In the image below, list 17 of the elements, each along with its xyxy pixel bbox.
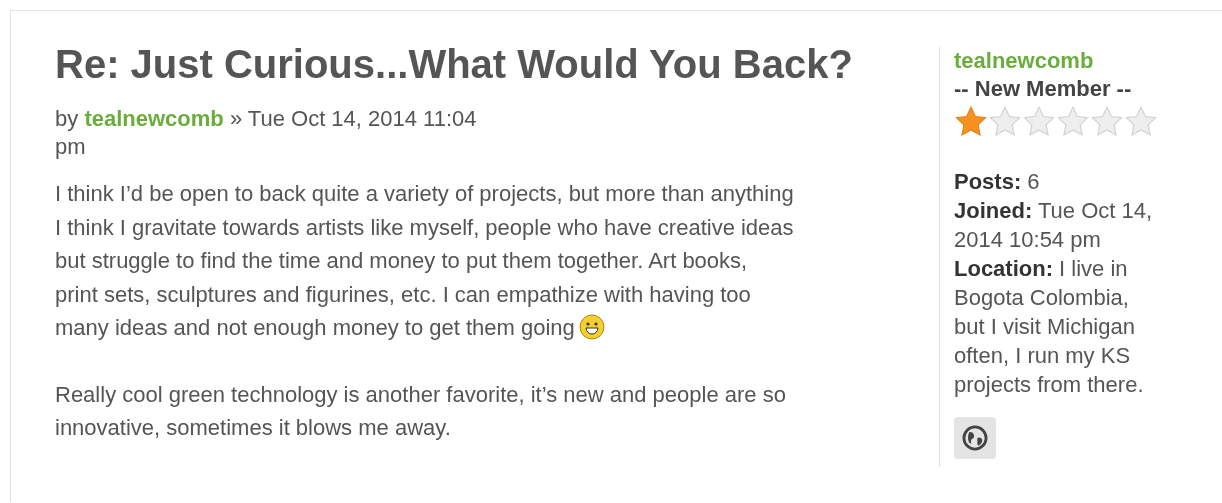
username-link[interactable]: tealnewcomb <box>954 47 1204 75</box>
post-paragraph: I think I’d be open to back quite a variety of projects, but more than anything I think I gravitate towards artists like myself, people who have creative ideas but struggle to find the time and money to put them together. Art books, print sets, sculptures and figurines, etc. I can empathize with having too many ideas and not enough money to get them going <box>55 181 794 340</box>
member-rank: -- New Member -- <box>954 75 1133 103</box>
profile-field: Location: I live in Bogota Colombia, but I visit Michigan often, I run my KS projects from there. <box>954 254 1154 399</box>
post-byline: by tealnewcomb » Tue Oct 14, 2014 11:04 pm <box>55 105 478 161</box>
profile-field: Joined: Tue Oct 14, 2014 10:54 pm <box>954 196 1154 254</box>
star-icon <box>954 105 988 139</box>
website-button[interactable] <box>954 417 996 459</box>
author-link[interactable]: tealnewcomb <box>84 106 224 131</box>
star-icon <box>1022 105 1056 139</box>
star-icon <box>1090 105 1124 139</box>
post-title: Re: Just Curious...What Would You Back? <box>55 41 854 87</box>
post-paragraph: Really cool green technology is another favorite, it’s new and people are so innovative, sometimes it blows me away. <box>55 381 786 440</box>
star-icon <box>1056 105 1090 139</box>
star-icon <box>988 105 1022 139</box>
profile-field: Posts: 6 <box>954 167 1154 196</box>
star-icon <box>1124 105 1158 139</box>
